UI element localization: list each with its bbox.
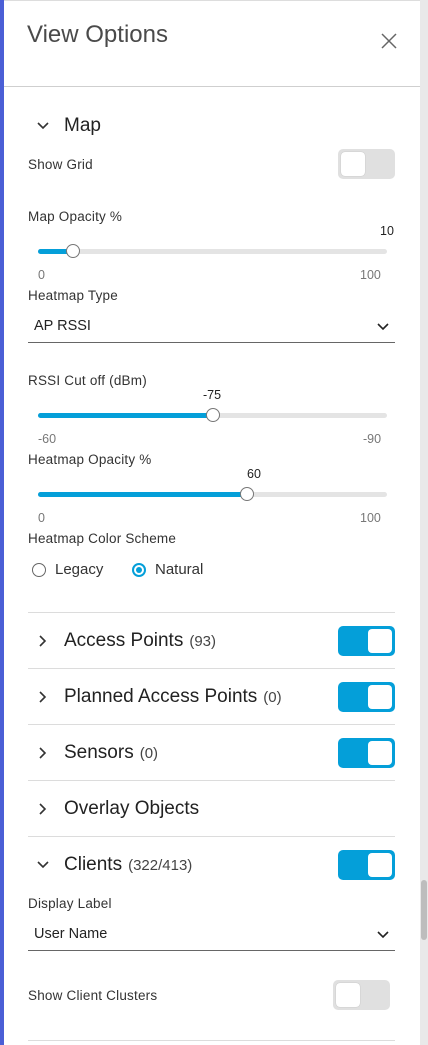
toggle-knob — [368, 741, 392, 765]
section-sensors-header[interactable]: Sensors (0) — [36, 742, 158, 764]
toggle-knob — [368, 853, 392, 877]
access-points-toggle[interactable] — [338, 626, 395, 656]
show-grid-label: Show Grid — [28, 157, 93, 172]
left-accent-bar — [0, 0, 4, 1045]
section-access-points-title: Access Points — [64, 630, 184, 651]
map-opacity-slider[interactable] — [38, 241, 387, 261]
chevron-right-icon — [39, 803, 47, 815]
chevron-right-icon — [39, 747, 47, 759]
header-divider — [4, 86, 420, 87]
radio-legacy[interactable]: Legacy — [32, 561, 103, 578]
heatmap-opacity-value: 60 — [247, 467, 261, 481]
sensors-toggle[interactable] — [338, 738, 395, 768]
toggle-knob — [368, 685, 392, 709]
section-access-points-header[interactable]: Access Points (93) — [36, 630, 216, 652]
toggle-knob — [368, 629, 392, 653]
display-label-select[interactable]: User Name — [28, 920, 395, 951]
radio-circle-selected — [132, 562, 146, 577]
heatmap-opacity-max: 100 — [360, 511, 381, 525]
planned-access-points-toggle[interactable] — [338, 682, 395, 712]
chevron-down-icon — [377, 323, 389, 331]
slider-thumb[interactable] — [240, 487, 254, 501]
show-client-clusters-label: Show Client Clusters — [28, 988, 158, 1003]
section-map-header[interactable]: Map — [36, 115, 101, 137]
planned-access-points-count: (0) — [263, 688, 282, 706]
heatmap-opacity-min: 0 — [38, 511, 45, 525]
color-scheme-label: Heatmap Color Scheme — [28, 531, 177, 546]
rssi-cutoff-label: RSSI Cut off (dBm) — [28, 373, 147, 388]
clients-count: (322/413) — [128, 856, 193, 874]
divider — [28, 1040, 395, 1041]
divider — [28, 836, 395, 837]
panel-title: View Options — [27, 21, 168, 48]
slider-thumb[interactable] — [206, 408, 220, 422]
radio-natural[interactable]: Natural — [132, 561, 203, 578]
sensors-count: (0) — [139, 744, 159, 762]
display-label-label: Display Label — [28, 896, 112, 911]
section-planned-access-points-header[interactable]: Planned Access Points (0) — [36, 686, 282, 708]
slider-thumb[interactable] — [66, 244, 80, 258]
slider-fill — [38, 413, 213, 418]
divider — [28, 612, 395, 613]
show-client-clusters-toggle[interactable] — [333, 980, 390, 1010]
chevron-down-icon — [377, 931, 389, 939]
divider — [28, 724, 395, 725]
toggle-knob — [341, 152, 365, 176]
chevron-down-icon — [37, 861, 49, 869]
section-overlay-objects-title: Overlay Objects — [64, 798, 200, 819]
chevron-right-icon — [39, 635, 47, 647]
clients-toggle[interactable] — [338, 850, 395, 880]
heatmap-opacity-label: Heatmap Opacity % — [28, 452, 152, 467]
divider — [28, 668, 395, 669]
chevron-down-icon — [37, 122, 49, 130]
slider-fill — [38, 492, 247, 497]
rssi-cutoff-min: -60 — [38, 432, 57, 446]
section-map-title: Map — [64, 115, 101, 136]
section-overlay-objects-header[interactable]: Overlay Objects — [36, 798, 199, 820]
chevron-right-icon — [39, 691, 47, 703]
show-grid-toggle[interactable] — [338, 149, 395, 179]
rssi-cutoff-value: -75 — [202, 388, 222, 402]
radio-legacy-label: Legacy — [55, 561, 104, 578]
slider-track — [38, 249, 387, 254]
scrollbar-thumb[interactable] — [421, 880, 427, 940]
section-sensors-title: Sensors — [64, 742, 134, 763]
map-opacity-min: 0 — [38, 268, 45, 282]
radio-circle — [32, 562, 46, 577]
access-points-count: (93) — [189, 632, 217, 650]
radio-natural-label: Natural — [155, 561, 204, 578]
heatmap-opacity-slider[interactable] — [38, 484, 387, 504]
close-icon[interactable] — [378, 30, 400, 52]
rssi-cutoff-max: -90 — [363, 432, 382, 446]
heatmap-type-value: AP RSSI — [34, 318, 91, 334]
section-planned-access-points-title: Planned Access Points — [64, 686, 258, 707]
map-opacity-value: 10 — [380, 224, 394, 238]
display-label-value: User Name — [34, 926, 108, 942]
heatmap-type-label: Heatmap Type — [28, 288, 118, 303]
divider — [28, 780, 395, 781]
toggle-knob — [336, 983, 360, 1007]
heatmap-type-select[interactable]: AP RSSI — [28, 312, 395, 343]
map-opacity-max: 100 — [360, 268, 381, 282]
rssi-cutoff-slider[interactable] — [38, 405, 387, 425]
map-opacity-label: Map Opacity % — [28, 209, 123, 224]
section-clients-title: Clients — [64, 854, 123, 875]
section-clients-header[interactable]: Clients (322/413) — [36, 854, 192, 876]
top-border — [4, 0, 420, 1]
